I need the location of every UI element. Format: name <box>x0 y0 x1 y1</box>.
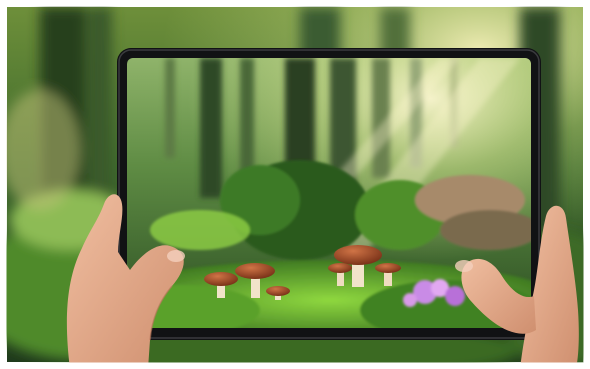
photo-scene <box>0 0 590 369</box>
